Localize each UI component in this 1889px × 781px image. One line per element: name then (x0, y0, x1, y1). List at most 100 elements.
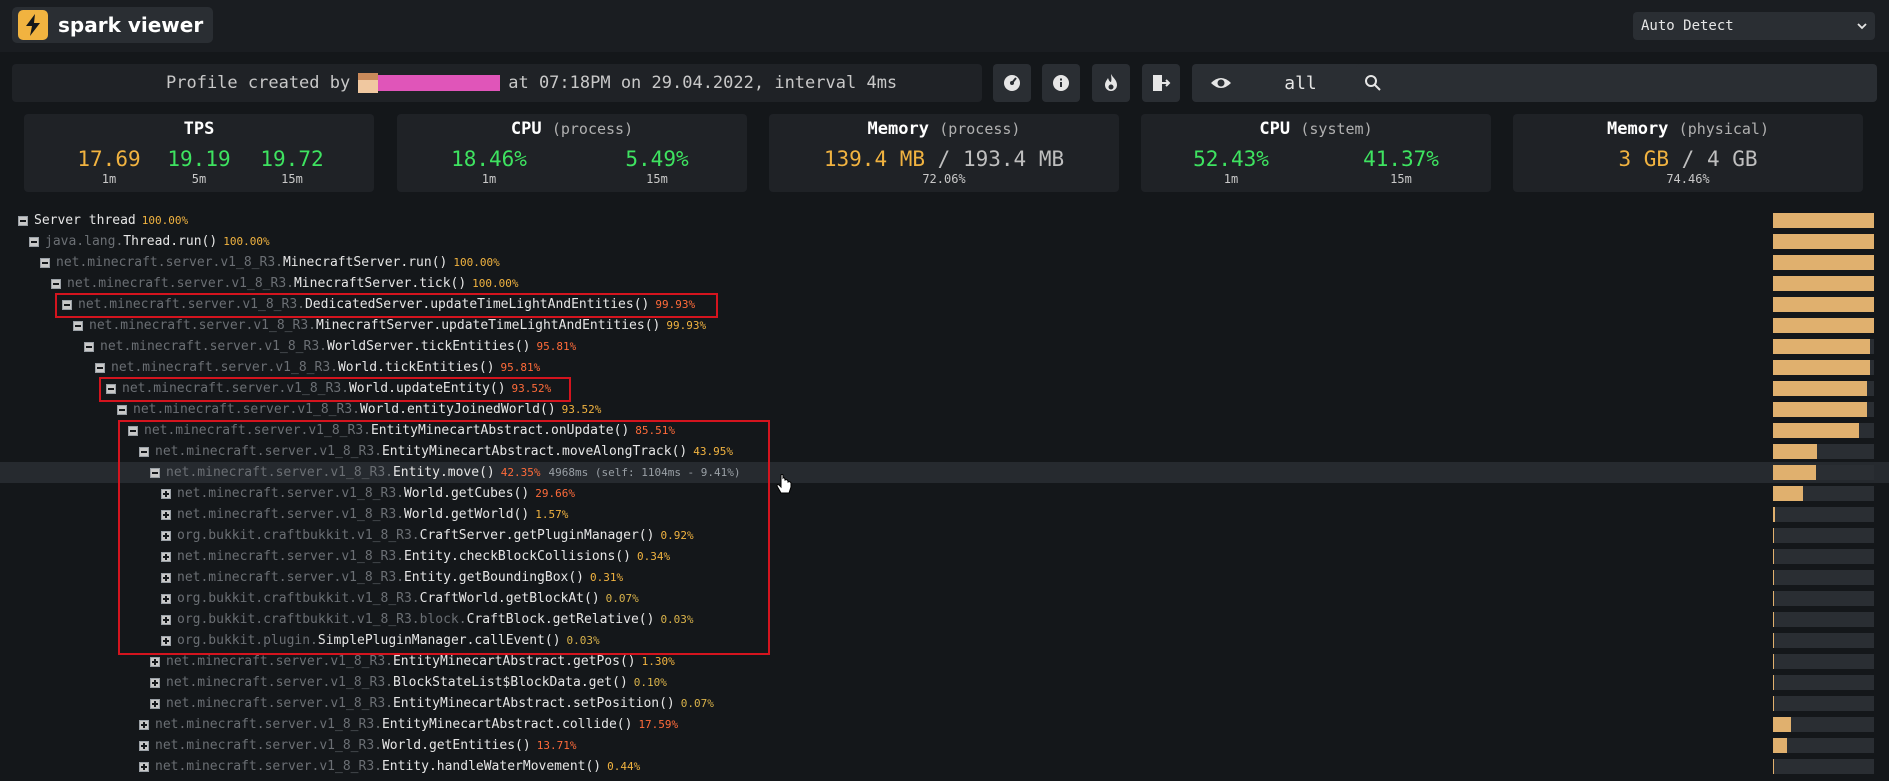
tps-15m-value: 19.72 (260, 147, 324, 171)
platform-select[interactable]: Auto Detect (1633, 12, 1875, 40)
info-button[interactable] (1042, 64, 1080, 102)
cpu-system-subtitle: (system) (1300, 120, 1373, 138)
method-package: net.minecraft.server.v1_8_R3. (67, 276, 294, 291)
usage-bar (1773, 654, 1874, 669)
usage-bar-fill (1773, 486, 1803, 501)
flame-graph-button[interactable] (1092, 64, 1130, 102)
method-percent: 0.10% (633, 676, 667, 689)
tree-row[interactable]: net.minecraft.server.v1_8_R3. Entity.hand… (0, 756, 1889, 777)
method-percent: 0.44% (607, 760, 641, 773)
app-title: spark viewer (58, 13, 204, 37)
mouse-cursor-icon (776, 474, 792, 494)
tree-row[interactable]: Server thread 100.00% (0, 210, 1889, 231)
memory-physical-title: Memory (1607, 119, 1669, 139)
view-mode-label: all (1284, 73, 1317, 94)
usage-bar (1773, 255, 1874, 270)
method-name: EntityMinecartAbstract.getPos() (392, 654, 636, 669)
cpu-system-15m-value: 41.37% (1363, 147, 1439, 171)
top-header: spark viewer Auto Detect (0, 0, 1889, 52)
method-package: net.minecraft.server.v1_8_R3. (111, 360, 338, 375)
tree-row[interactable]: net.minecraft.server.v1_8_R3. World.getEn… (0, 735, 1889, 756)
tree-row[interactable]: net.minecraft.server.v1_8_R3. WorldServer… (0, 336, 1889, 357)
usage-bar-fill (1773, 528, 1774, 543)
memory-process-percent: 72.06% (922, 172, 966, 186)
cpu-process-1m-value: 18.46% (451, 147, 527, 171)
search-input[interactable] (1356, 64, 1877, 102)
memory-physical-percent: 74.46% (1666, 172, 1710, 186)
collapse-icon[interactable] (73, 320, 83, 331)
collapse-icon[interactable] (40, 257, 50, 268)
cpu-system-card: CPU (system) 52.43% 1m 41.37% 15m (1141, 114, 1491, 192)
method-name: MinecraftServer.tick() (293, 276, 467, 291)
tree-row[interactable]: net.minecraft.server.v1_8_R3. MinecraftSe… (0, 273, 1889, 294)
collapse-icon[interactable] (117, 404, 127, 415)
memory-physical-subtitle: (physical) (1678, 120, 1769, 138)
memory-process-used: 139.4 MB (823, 147, 926, 171)
search-icon (1365, 75, 1381, 91)
app-logo[interactable]: spark viewer (12, 7, 214, 43)
tree-row[interactable]: net.minecraft.server.v1_8_R3. MinecraftSe… (0, 315, 1889, 336)
method-percent: 13.71% (536, 739, 577, 752)
usage-bar-fill (1773, 591, 1774, 606)
export-button[interactable] (1142, 64, 1180, 102)
view-mode-toggle[interactable]: all (1192, 64, 1369, 102)
method-percent: 100.00% (223, 235, 270, 248)
cpu-system-15m-label: 15m (1390, 172, 1412, 186)
usage-bar (1773, 738, 1874, 753)
collapse-icon[interactable] (84, 341, 94, 352)
collapse-icon[interactable] (51, 278, 61, 289)
usage-bar-fill (1773, 696, 1774, 711)
memory-process-card: Memory (process) 139.4 MB / 193.4 MB 72.… (769, 114, 1119, 192)
usage-bar-fill (1773, 549, 1774, 564)
method-name: MinecraftServer.updateTimeLightAndEntiti… (315, 318, 661, 333)
usage-bar (1773, 675, 1874, 690)
usage-bar (1773, 591, 1874, 606)
tree-row[interactable]: java.lang. Thread.run() 100.00% (0, 231, 1889, 252)
usage-bar (1773, 465, 1874, 480)
tree-row[interactable]: net.minecraft.server.v1_8_R3. MinecraftSe… (0, 252, 1889, 273)
profile-info-bar: Profile created by at 07:18PM on 29.04.2… (12, 64, 982, 102)
tps-15m-label: 15m (281, 172, 303, 186)
cpu-process-15m-value: 5.49% (625, 147, 689, 171)
expand-icon[interactable] (150, 698, 160, 709)
usage-bar-fill (1773, 255, 1874, 270)
method-package: net.minecraft.server.v1_8_R3. (89, 318, 316, 333)
cpu-process-title: CPU (510, 119, 542, 139)
tree-row[interactable]: net.minecraft.server.v1_8_R3. World.entit… (0, 399, 1889, 420)
platform-select-value: Auto Detect (1641, 18, 1734, 34)
method-name: Entity.handleWaterMovement() (381, 759, 602, 774)
method-percent: 93.52% (561, 403, 602, 416)
profile-info-text: Profile created by at 07:18PM on 29.04.2… (166, 73, 897, 93)
method-name: Server thread (34, 213, 136, 228)
collapse-icon[interactable] (18, 215, 28, 226)
expand-icon[interactable] (150, 677, 160, 688)
graph-button[interactable] (993, 64, 1031, 102)
expand-icon[interactable] (139, 740, 149, 751)
usage-bar-fill (1773, 465, 1816, 480)
info-prefix: Profile created by (166, 73, 351, 93)
collapse-icon[interactable] (29, 236, 39, 247)
tree-row[interactable]: net.minecraft.server.v1_8_R3. EntityMinec… (0, 693, 1889, 714)
tree-row[interactable]: net.minecraft.server.v1_8_R3. EntityMinec… (0, 714, 1889, 735)
method-package: net.minecraft.server.v1_8_R3. (155, 759, 382, 774)
expand-icon[interactable] (150, 656, 160, 667)
expand-icon[interactable] (139, 761, 149, 772)
tps-5m-label: 5m (191, 172, 207, 186)
expand-icon[interactable] (139, 719, 149, 730)
fire-icon (1105, 74, 1117, 91)
method-name: Thread.run() (123, 234, 218, 249)
collapse-icon[interactable] (95, 362, 105, 373)
method-package: net.minecraft.server.v1_8_R3. (155, 738, 382, 753)
usage-bar (1773, 381, 1874, 396)
usage-bar (1773, 318, 1874, 333)
usage-bar (1773, 234, 1874, 249)
tree-row[interactable]: net.minecraft.server.v1_8_R3. BlockStateL… (0, 672, 1889, 693)
tree-row[interactable]: net.minecraft.server.v1_8_R3. World.tickE… (0, 357, 1889, 378)
usage-bar-fill (1773, 360, 1870, 375)
method-name: EntityMinecartAbstract.collide() (381, 717, 633, 732)
export-icon (1153, 75, 1171, 91)
method-name: BlockStateList$BlockData.get() (392, 675, 628, 690)
usage-bar (1773, 612, 1874, 627)
usage-bar (1773, 570, 1874, 585)
usage-bar-fill (1773, 633, 1774, 648)
